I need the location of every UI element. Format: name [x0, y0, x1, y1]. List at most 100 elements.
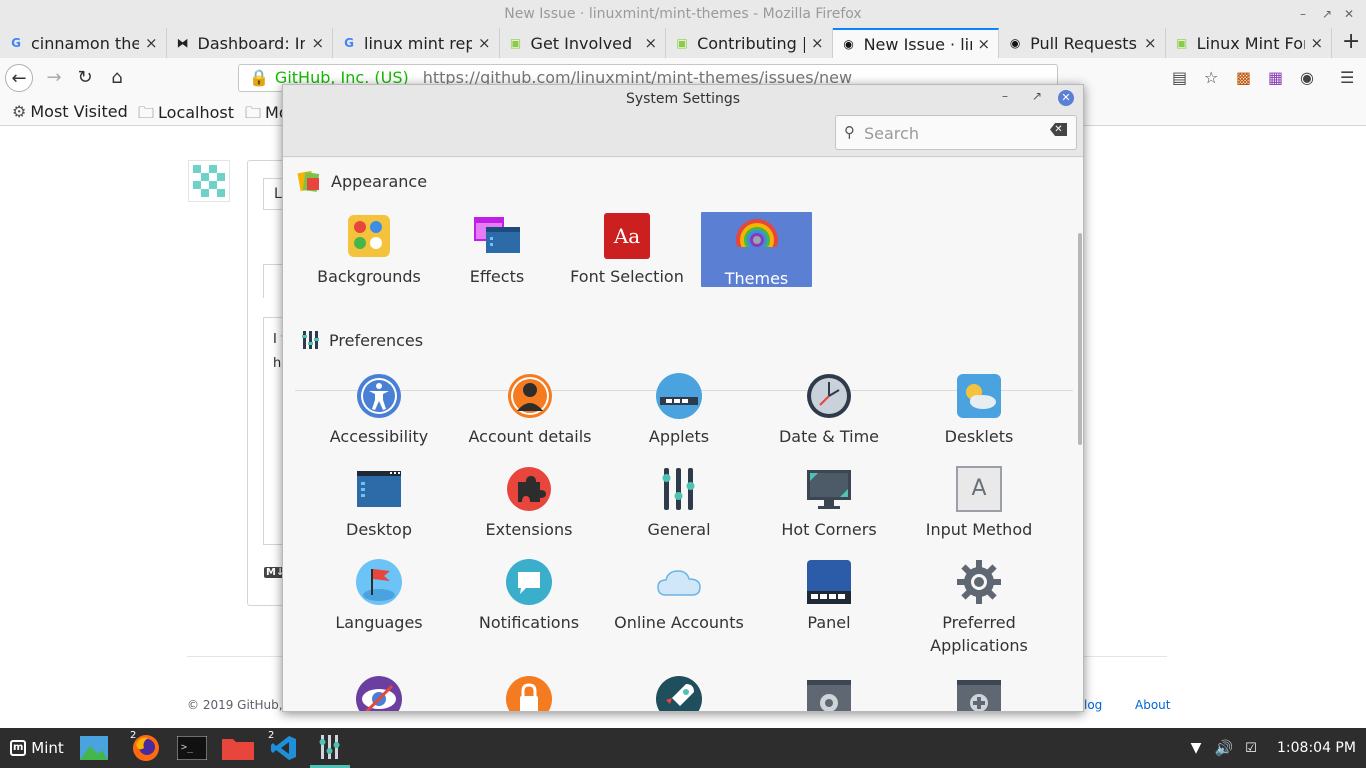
tab-close-icon[interactable]: × — [311, 34, 324, 52]
taskbar-files[interactable] — [220, 728, 256, 768]
desktop-icon — [356, 466, 402, 512]
tab-close-icon[interactable]: × — [811, 34, 824, 52]
clock[interactable]: 1:08:04 PM — [1277, 728, 1356, 768]
favicon-icon: ◉ — [1009, 36, 1021, 50]
settings-item-hot-corners[interactable]: Hot Corners — [759, 466, 899, 541]
tab-close-icon[interactable]: × — [644, 34, 657, 52]
favicon-icon: ▣ — [509, 36, 522, 50]
settings-item-online-accounts[interactable]: Online Accounts — [609, 559, 749, 634]
settings-search-box: ⚲ ✕ — [835, 115, 1077, 150]
settings-item-backgrounds[interactable]: Backgrounds — [299, 213, 439, 288]
favicon-icon: ▣ — [676, 36, 688, 50]
appearance-icon — [297, 170, 320, 192]
bookmark-most-visited[interactable]: ⚙ Most Visited — [12, 102, 128, 121]
chat-bubble-icon — [506, 559, 552, 605]
folder-icon — [222, 739, 254, 760]
avatar — [188, 160, 230, 202]
settings-item-screensaver[interactable] — [459, 676, 599, 711]
sliders-icon — [319, 734, 340, 759]
settings-item-desktop[interactable]: Desktop — [309, 466, 449, 541]
show-desktop-icon[interactable] — [78, 728, 110, 768]
extension-icon[interactable]: ▦ — [1268, 68, 1283, 87]
browser-tab[interactable]: ◉ Pull Requests × — [999, 28, 1166, 58]
taskbar-terminal[interactable]: >_ — [174, 728, 210, 768]
settings-item-general[interactable]: General — [609, 466, 749, 541]
footer-link-blog[interactable]: log — [1084, 698, 1102, 712]
window-gear-icon — [806, 676, 852, 711]
settings-item-panel[interactable]: Panel — [759, 559, 899, 634]
settings-item-preferred-applications[interactable]: Preferred Applications — [909, 559, 1049, 657]
settings-item-date-time[interactable]: Date & Time — [759, 373, 899, 448]
tab-close-icon[interactable]: × — [1144, 34, 1157, 52]
settings-item-privacy[interactable] — [309, 676, 449, 711]
browser-tab[interactable]: ⧓ Dashboard: In × — [167, 28, 334, 58]
library-icon[interactable]: ▤ — [1172, 68, 1187, 87]
folder-icon: 🗀 — [138, 103, 155, 122]
new-tab-button[interactable]: + — [1336, 28, 1366, 58]
browser-tab[interactable]: ▣ Contributing | × — [666, 28, 833, 58]
themes-icon — [733, 215, 780, 261]
menu-hamburger-icon[interactable]: ☰ — [1340, 68, 1354, 87]
reload-button[interactable]: ↻ — [71, 64, 99, 92]
account-icon[interactable]: ◉ — [1300, 68, 1314, 87]
close-window-icon[interactable]: ✕ — [1344, 0, 1354, 28]
terminal-icon: >_ — [177, 736, 207, 760]
settings-item-extensions[interactable]: Extensions — [459, 466, 599, 541]
settings-item-input-method[interactable]: A Input Method — [909, 466, 1049, 541]
volume-icon[interactable]: 🔊 — [1214, 728, 1234, 768]
settings-item-notifications[interactable]: Notifications — [459, 559, 599, 634]
settings-item-startup-applications[interactable] — [609, 676, 749, 711]
settings-item-account-details[interactable]: Account details — [459, 373, 601, 448]
applets-icon — [656, 373, 702, 419]
search-input[interactable] — [864, 122, 1044, 144]
home-button[interactable]: ⌂ — [103, 64, 131, 92]
taskbar-system-settings[interactable] — [310, 728, 350, 768]
extension-icon[interactable]: ▩ — [1236, 68, 1251, 87]
forward-button[interactable]: → — [40, 64, 68, 92]
settings-item-applets[interactable]: Applets — [609, 373, 749, 448]
settings-item-system-gear[interactable] — [759, 676, 899, 711]
accessibility-icon — [356, 373, 402, 419]
update-shield-icon[interactable]: ☑ — [1242, 728, 1260, 768]
sliders-icon — [656, 466, 702, 512]
bookmark-star-icon[interactable]: ☆ — [1204, 68, 1218, 87]
favicon-icon: G — [344, 36, 354, 50]
wifi-icon[interactable]: ▼ — [1186, 728, 1206, 768]
clear-search-icon[interactable]: ✕ — [1050, 123, 1067, 136]
close-icon[interactable]: ✕ — [1058, 90, 1074, 106]
taskbar-vscode[interactable]: 2 — [266, 728, 302, 768]
system-settings-window: System Settings – ↗ ✕ ⚲ ✕ Appearance Bac… — [282, 84, 1084, 712]
settings-item-themes[interactable]: Themes — [701, 212, 812, 288]
gear-icon: ⚙ — [12, 102, 27, 121]
settings-item-system-add[interactable] — [909, 676, 1049, 711]
browser-tab[interactable]: ◉ New Issue · lin × — [832, 28, 1000, 58]
minimize-icon[interactable]: – — [1002, 89, 1008, 103]
back-button[interactable]: ← — [5, 64, 33, 92]
browser-tab[interactable]: ▣ Get Involved - × — [500, 28, 667, 58]
account-icon — [507, 373, 553, 419]
scrollbar[interactable] — [1078, 233, 1082, 445]
tab-label: Linux Mint For — [1196, 33, 1305, 53]
bookmark-localhost[interactable]: 🗀 Localhost — [138, 102, 234, 129]
start-menu-button[interactable]: m Mint — [6, 728, 68, 768]
maximize-icon[interactable]: ↗ — [1032, 89, 1042, 103]
settings-item-effects[interactable]: Effects — [427, 213, 567, 288]
settings-item-desklets[interactable]: Desklets — [909, 373, 1049, 448]
keyboard-letter-icon: A — [956, 466, 1002, 512]
tab-close-icon[interactable]: × — [478, 34, 491, 52]
minimize-icon[interactable]: – — [1300, 0, 1306, 28]
tab-label: cinnamon themes — [31, 33, 139, 53]
browser-tab[interactable]: Gcinnamon themes × — [0, 28, 167, 58]
settings-item-accessibility[interactable]: Accessibility — [309, 373, 449, 448]
footer-link-about[interactable]: About — [1135, 698, 1170, 712]
tab-close-icon[interactable]: × — [145, 34, 158, 52]
maximize-icon[interactable]: ↗ — [1322, 0, 1332, 28]
browser-tab[interactable]: Glinux mint rep × — [333, 28, 500, 58]
settings-item-languages[interactable]: Languages — [309, 559, 449, 634]
settings-item-font-selection[interactable]: Aa Font Selection — [557, 213, 697, 288]
tab-close-icon[interactable]: × — [1311, 34, 1324, 52]
tab-close-icon[interactable]: × — [978, 35, 991, 53]
taskbar-firefox[interactable]: 2 — [128, 728, 164, 768]
browser-tab[interactable]: ▣ Linux Mint For × — [1166, 28, 1333, 58]
rocket-icon — [656, 676, 702, 711]
